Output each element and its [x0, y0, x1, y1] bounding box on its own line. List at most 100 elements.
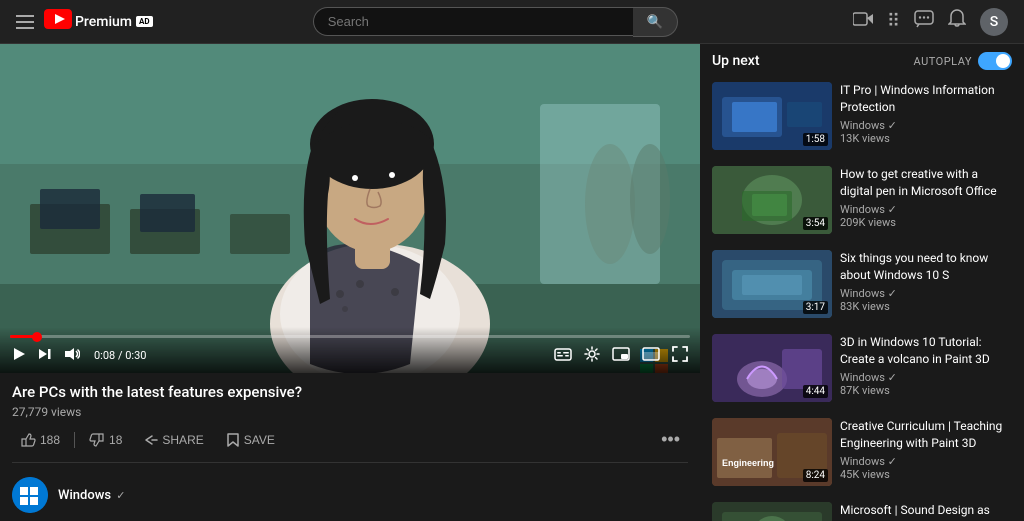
duration-3: 3:17 [803, 301, 828, 314]
miniplayer-button[interactable] [610, 345, 632, 366]
upload-icon[interactable] [853, 11, 873, 32]
sidebar-title-5: Creative Curriculum | Teaching Engineeri… [840, 418, 1012, 452]
sidebar-views-1: 13K views [840, 132, 1012, 145]
sidebar-info-1: IT Pro | Windows Information Protection … [840, 82, 1012, 150]
thumbnail-4: 4:44 [712, 334, 832, 402]
controls-right [552, 344, 690, 367]
main-layout: 0:08 / 0:30 [0, 44, 1024, 521]
sidebar-title-6: Microsoft | Sound Design as Sensory Desi… [840, 502, 1012, 521]
volume-button[interactable] [62, 345, 82, 366]
sidebar-views-5: 45K views [840, 468, 1012, 481]
like-button[interactable]: 188 [12, 428, 68, 452]
chat-icon[interactable] [914, 10, 934, 33]
progress-bar[interactable] [10, 335, 690, 338]
video-title: Are PCs with the latest features expensi… [12, 383, 688, 401]
list-item[interactable]: Engineering 8:24 Creative Curriculum | T… [708, 414, 1016, 490]
more-actions-button[interactable]: ••• [653, 425, 688, 454]
up-next-label: Up next [712, 53, 760, 69]
sidebar-title-1: IT Pro | Windows Information Protection [840, 82, 1012, 116]
search-icon: 🔍 [647, 14, 664, 29]
list-item[interactable]: 4:44 3D in Windows 10 Tutorial: Create a… [708, 330, 1016, 406]
user-avatar[interactable]: S [980, 8, 1008, 36]
channel-name[interactable]: Windows [58, 488, 111, 503]
sidebar: Up next AUTOPLAY 1:58 IT Pro | Win [700, 44, 1024, 521]
play-button[interactable] [10, 345, 28, 366]
search-input[interactable] [313, 7, 633, 36]
thumbnail-3: 3:17 [712, 250, 832, 318]
video-actions: 188 18 SHARE [12, 425, 688, 463]
video-background [0, 44, 700, 373]
logo-text: Premium [75, 14, 132, 30]
thumbnail-6: Sound [712, 502, 832, 521]
sidebar-title-2: How to get creative with a digital pen i… [840, 166, 1012, 200]
duration-1: 1:58 [803, 133, 828, 146]
verified-badge: ✓ [116, 489, 125, 502]
skip-button[interactable] [36, 345, 54, 366]
thumbnail-2: 3:54 [712, 166, 832, 234]
svg-text:Engineering: Engineering [722, 458, 774, 468]
list-item[interactable]: Sound Microsoft | Sound Design as Sensor… [708, 498, 1016, 521]
sidebar-channel-2: Windows ✓ [840, 203, 1012, 216]
logo-area[interactable]: Premium AD [44, 9, 153, 34]
video-player[interactable]: 0:08 / 0:30 [0, 44, 700, 373]
like-divider [74, 432, 75, 448]
dislike-count: 18 [109, 433, 122, 447]
premium-badge: AD [136, 16, 153, 27]
apps-icon[interactable]: ⠿ [887, 11, 900, 32]
channel-info: Windows ✓ [58, 488, 126, 503]
channel-row: Windows ✓ [0, 469, 700, 521]
fullscreen-button[interactable] [670, 344, 690, 367]
duration-5: 8:24 [803, 469, 828, 482]
video-section: 0:08 / 0:30 [0, 44, 700, 521]
list-item[interactable]: 3:54 How to get creative with a digital … [708, 162, 1016, 238]
header-center: 🔍 [165, 7, 841, 37]
toggle-knob [996, 54, 1010, 68]
sidebar-channel-5: Windows ✓ [840, 455, 1012, 468]
share-button[interactable]: SHARE [136, 429, 211, 451]
sidebar-channel-3: Windows ✓ [840, 287, 1012, 300]
video-info: Are PCs with the latest features expensi… [0, 373, 700, 469]
thumbnail-1: 1:58 [712, 82, 832, 150]
autoplay-label: AUTOPLAY [914, 55, 972, 68]
autoplay-row: AUTOPLAY [914, 52, 1012, 70]
autoplay-toggle[interactable] [978, 52, 1012, 70]
save-button[interactable]: SAVE [218, 429, 283, 451]
video-views: 27,779 views [12, 405, 688, 419]
channel-avatar[interactable] [12, 477, 48, 513]
thumbnail-5: Engineering 8:24 [712, 418, 832, 486]
menu-button[interactable] [16, 15, 34, 29]
sidebar-title-3: Six things you need to know about Window… [840, 250, 1012, 284]
list-item[interactable]: 1:58 IT Pro | Windows Information Protec… [708, 78, 1016, 154]
header: Premium AD 🔍 ⠿ [0, 0, 1024, 44]
header-right: ⠿ S [853, 8, 1008, 36]
up-next-header: Up next AUTOPLAY [708, 44, 1016, 78]
sidebar-info-3: Six things you need to know about Window… [840, 250, 1012, 318]
sidebar-channel-4: Windows ✓ [840, 371, 1012, 384]
captions-button[interactable] [552, 346, 574, 366]
like-count: 188 [40, 433, 60, 447]
sidebar-views-4: 87K views [840, 384, 1012, 397]
progress-fill [10, 335, 37, 338]
header-left: Premium AD [16, 9, 153, 34]
dislike-button[interactable]: 18 [81, 428, 130, 452]
progress-dot [32, 332, 42, 342]
sidebar-views-3: 83K views [840, 300, 1012, 313]
duration-4: 4:44 [803, 385, 828, 398]
sidebar-channel-1: Windows ✓ [840, 119, 1012, 132]
youtube-icon [44, 9, 72, 34]
sidebar-info-5: Creative Curriculum | Teaching Engineeri… [840, 418, 1012, 486]
time-display: 0:08 / 0:30 [94, 349, 146, 362]
sidebar-info-4: 3D in Windows 10 Tutorial: Create a volc… [840, 334, 1012, 402]
duration-2: 3:54 [803, 217, 828, 230]
sidebar-views-2: 209K views [840, 216, 1012, 229]
sidebar-title-4: 3D in Windows 10 Tutorial: Create a volc… [840, 334, 1012, 368]
search-button[interactable]: 🔍 [633, 7, 679, 37]
controls-row: 0:08 / 0:30 [10, 344, 690, 367]
search-bar: 🔍 [313, 7, 693, 37]
sidebar-info-2: How to get creative with a digital pen i… [840, 166, 1012, 234]
list-item[interactable]: 3:17 Six things you need to know about W… [708, 246, 1016, 322]
notifications-icon[interactable] [948, 9, 966, 34]
settings-button[interactable] [582, 344, 602, 367]
theater-button[interactable] [640, 345, 662, 366]
sidebar-info-6: Microsoft | Sound Design as Sensory Desi… [840, 502, 1012, 521]
